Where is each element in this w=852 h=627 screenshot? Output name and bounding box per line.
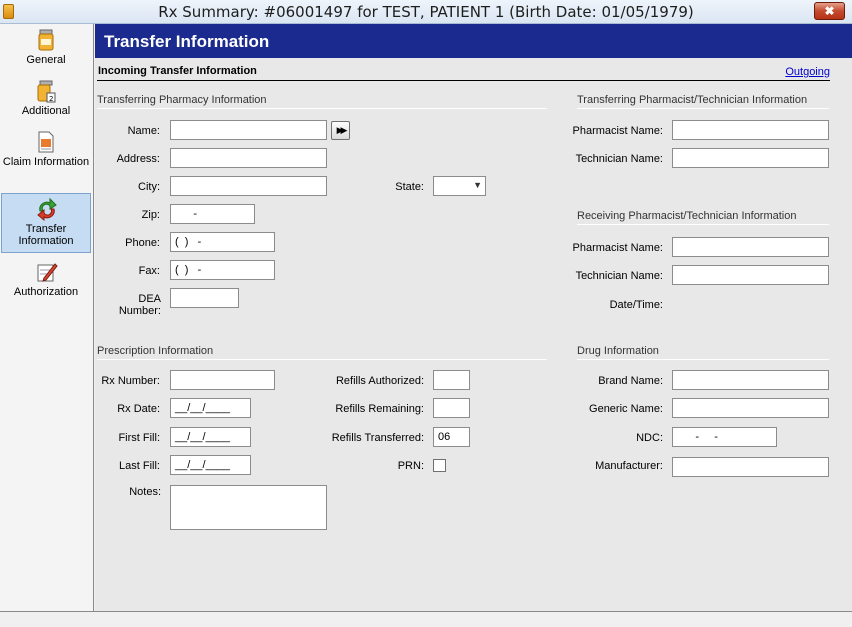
transfer-arrows-icon bbox=[36, 197, 57, 222]
transferring-staff-section-title: Transferring Pharmacist/Technician Infor… bbox=[577, 94, 808, 106]
pharmacy-address-input[interactable] bbox=[170, 148, 327, 168]
brand-name-input[interactable] bbox=[672, 370, 829, 390]
rx-date-input[interactable]: __/__/____ bbox=[170, 398, 251, 418]
manufacturer-input[interactable] bbox=[672, 457, 829, 477]
transferring-pharmacist-label: Pharmacist Name: bbox=[572, 125, 663, 137]
first-fill-input[interactable]: __/__/____ bbox=[170, 427, 251, 447]
header-bar: Transfer Information bbox=[95, 24, 852, 58]
sidebar-item-general[interactable]: General bbox=[1, 28, 91, 74]
pharmacy-fax-label: Fax: bbox=[138, 265, 160, 277]
pharmacy-section-title: Transferring Pharmacy Information bbox=[97, 94, 267, 106]
sidebar-item-label: Transfer Information bbox=[18, 223, 74, 247]
incoming-transfer-title: Incoming Transfer Information bbox=[98, 65, 257, 77]
svg-text:2: 2 bbox=[49, 95, 53, 103]
receiving-technician-input[interactable] bbox=[672, 265, 829, 285]
sidebar-item-additional[interactable]: 2 Additional bbox=[1, 79, 91, 125]
transferring-technician-label: Technician Name: bbox=[575, 153, 663, 165]
refills-remaining-label: Refills Remaining: bbox=[335, 403, 424, 415]
refills-remaining-input[interactable] bbox=[433, 398, 470, 418]
divider bbox=[97, 80, 830, 81]
pharmacy-name-input[interactable] bbox=[170, 120, 327, 140]
pharmacy-lookup-button[interactable]: ▶▶ bbox=[331, 121, 350, 140]
last-fill-label: Last Fill: bbox=[119, 460, 160, 472]
sidebar-item-transfer-information[interactable]: Transfer Information bbox=[1, 193, 91, 253]
prn-label: PRN: bbox=[397, 460, 424, 472]
rx-number-label: Rx Number: bbox=[101, 375, 160, 387]
close-button[interactable]: ✖ bbox=[814, 2, 845, 20]
refills-authorized-label: Refills Authorized: bbox=[335, 375, 424, 387]
notes-textarea[interactable] bbox=[170, 485, 327, 530]
status-bar bbox=[0, 611, 852, 627]
generic-name-input[interactable] bbox=[672, 398, 829, 418]
prescription-section-title: Prescription Information bbox=[97, 345, 214, 357]
claim-document-icon bbox=[36, 130, 56, 154]
pharmacy-fax-input[interactable]: ( ) - bbox=[170, 260, 275, 280]
section-divider bbox=[97, 359, 547, 360]
window-title: Rx Summary: #06001497 for TEST, PATIENT … bbox=[158, 3, 694, 21]
chevron-down-icon: ▼ bbox=[473, 180, 482, 190]
receiving-technician-label: Technician Name: bbox=[575, 270, 663, 282]
notes-label: Notes: bbox=[129, 486, 161, 498]
title-bar: Rx Summary: #06001497 for TEST, PATIENT … bbox=[0, 0, 852, 24]
pharmacy-dea-input[interactable] bbox=[170, 288, 239, 308]
pharmacy-name-label: Name: bbox=[127, 125, 160, 137]
ndc-input[interactable]: - - bbox=[672, 427, 777, 447]
receiving-staff-section-title: Receiving Pharmacist/Technician Informat… bbox=[577, 210, 797, 222]
sidebar-item-authorization[interactable]: Authorization bbox=[1, 260, 91, 306]
transferring-pharmacist-input[interactable] bbox=[672, 120, 829, 140]
first-fill-label: First Fill: bbox=[118, 432, 160, 444]
pharmacy-zip-label: Zip: bbox=[141, 209, 160, 221]
pill-bottle-2-icon: 2 bbox=[36, 79, 56, 103]
refills-transferred-input[interactable]: 06 bbox=[433, 427, 470, 447]
brand-name-label: Brand Name: bbox=[598, 375, 663, 387]
prn-checkbox[interactable] bbox=[433, 459, 446, 472]
section-divider bbox=[577, 359, 829, 360]
pharmacy-phone-input[interactable]: ( ) - bbox=[170, 232, 275, 252]
sidebar-item-label: Claim Information bbox=[2, 156, 90, 168]
transferring-technician-input[interactable] bbox=[672, 148, 829, 168]
generic-name-label: Generic Name: bbox=[589, 403, 663, 415]
pharmacy-zip-input[interactable]: - bbox=[170, 204, 255, 224]
sidebar-item-label: General bbox=[26, 54, 66, 66]
rx-date-label: Rx Date: bbox=[117, 403, 160, 415]
sidebar-item-claim-information[interactable]: Claim Information bbox=[1, 130, 91, 186]
page-title: Transfer Information bbox=[104, 32, 270, 51]
section-divider bbox=[577, 224, 829, 225]
main-panel: Transfer Information Incoming Transfer I… bbox=[95, 24, 852, 611]
receiving-pharmacist-label: Pharmacist Name: bbox=[572, 242, 663, 254]
sidebar-item-label: Additional bbox=[21, 105, 71, 117]
pill-bottle-icon bbox=[36, 28, 56, 52]
manufacturer-label: Manufacturer: bbox=[595, 460, 663, 472]
ndc-label: NDC: bbox=[636, 432, 663, 444]
pharmacy-city-label: City: bbox=[138, 181, 160, 193]
pharmacy-address-label: Address: bbox=[116, 153, 160, 165]
pharmacy-state-label: State: bbox=[395, 181, 424, 193]
sidebar-item-label: Authorization bbox=[13, 286, 79, 298]
drug-section-title: Drug Information bbox=[577, 345, 659, 357]
rx-number-input[interactable] bbox=[170, 370, 275, 390]
section-divider bbox=[97, 108, 547, 109]
receiving-pharmacist-input[interactable] bbox=[672, 237, 829, 257]
refills-transferred-label: Refills Transferred: bbox=[331, 432, 424, 444]
receiving-datetime-label: Date/Time: bbox=[609, 299, 663, 311]
authorization-pen-icon bbox=[36, 260, 58, 284]
pharmacy-phone-label: Phone: bbox=[125, 237, 160, 249]
outgoing-link[interactable]: Outgoing bbox=[785, 66, 830, 78]
pharmacy-city-input[interactable] bbox=[170, 176, 327, 196]
pharmacy-dea-label: DEA Number: bbox=[118, 293, 161, 317]
last-fill-input[interactable]: __/__/____ bbox=[170, 455, 251, 475]
section-divider bbox=[577, 108, 829, 109]
refills-authorized-input[interactable] bbox=[433, 370, 470, 390]
sidebar: General 2 Additional Claim Information T… bbox=[0, 24, 94, 611]
pharmacy-state-select[interactable]: ▼ bbox=[433, 176, 486, 196]
